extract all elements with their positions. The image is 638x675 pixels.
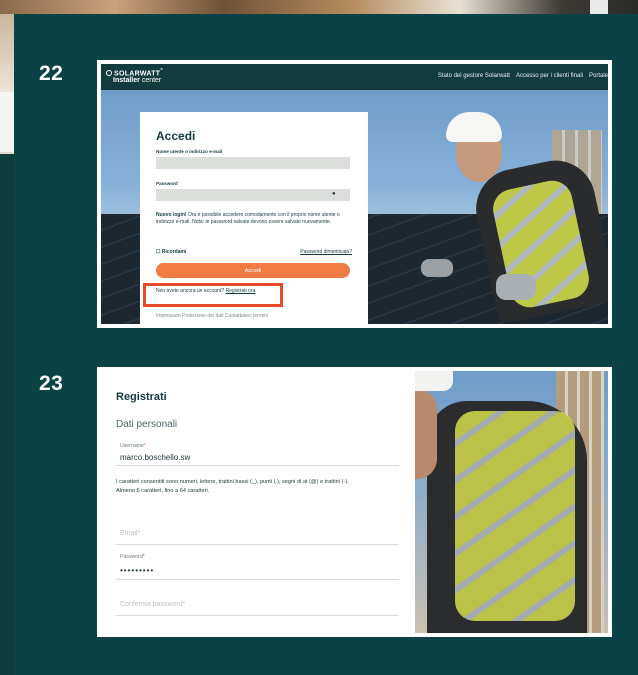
eye-icon[interactable]: ●	[332, 191, 336, 197]
username-input[interactable]	[156, 157, 350, 169]
username-label: Nome utente o indirizzo e-mail	[156, 149, 223, 154]
worker-photo	[415, 371, 608, 633]
register-link-highlight	[143, 283, 283, 307]
step-number-23: 23	[39, 372, 64, 395]
login-button[interactable]: Accedi	[156, 263, 350, 278]
forgot-password-link[interactable]: Password dimenticata?	[300, 249, 352, 255]
nav-link-accesso[interactable]: Accesso per i clienti finali	[516, 73, 583, 79]
email-field[interactable]: Email*	[120, 530, 140, 537]
register-title: Registrati	[116, 391, 167, 403]
new-login-note: Nuovo login! Ora è possibile accedere co…	[156, 212, 340, 225]
background-photo-strip	[0, 0, 638, 14]
remember-me-checkbox[interactable]: ☐ Ricordami	[156, 249, 186, 255]
password-label: Password*	[120, 554, 145, 560]
logo-ring-icon	[106, 70, 112, 77]
username-rules-hint: I caratteri consentiti sono numeri, lett…	[116, 479, 349, 494]
username-label: Username*	[120, 443, 146, 449]
solarwatt-logo[interactable]: SOLARWATT°	[106, 68, 163, 77]
nav-link-portale[interactable]: Portale	[589, 73, 608, 79]
footer-links[interactable]: Impressum Protezione dei dati Contattate…	[156, 313, 268, 319]
step-number-22: 22	[39, 62, 64, 85]
password-input[interactable]	[156, 189, 350, 201]
password-label: Password	[156, 181, 178, 186]
site-header: SOLARWATT° Installer center Stato del ge…	[101, 64, 608, 90]
register-form: Registrati Dati personali Username* marc…	[97, 367, 410, 637]
register-screenshot: Registrati Dati personali Username* marc…	[97, 367, 612, 637]
username-field[interactable]: marco.boschello.sw	[120, 453, 190, 462]
login-title: Accedi	[156, 129, 196, 143]
personal-data-heading: Dati personali	[116, 419, 178, 430]
nav-link-stato[interactable]: Stato del gestore Solarwatt	[438, 73, 510, 79]
top-nav: Stato del gestore Solarwatt Accesso per …	[438, 73, 608, 79]
confirm-password-field[interactable]: Conferma password*	[120, 601, 185, 608]
helmet-image	[415, 371, 453, 391]
installer-center-label: Installer center	[113, 77, 162, 84]
password-field[interactable]: •••••••••	[120, 566, 154, 575]
